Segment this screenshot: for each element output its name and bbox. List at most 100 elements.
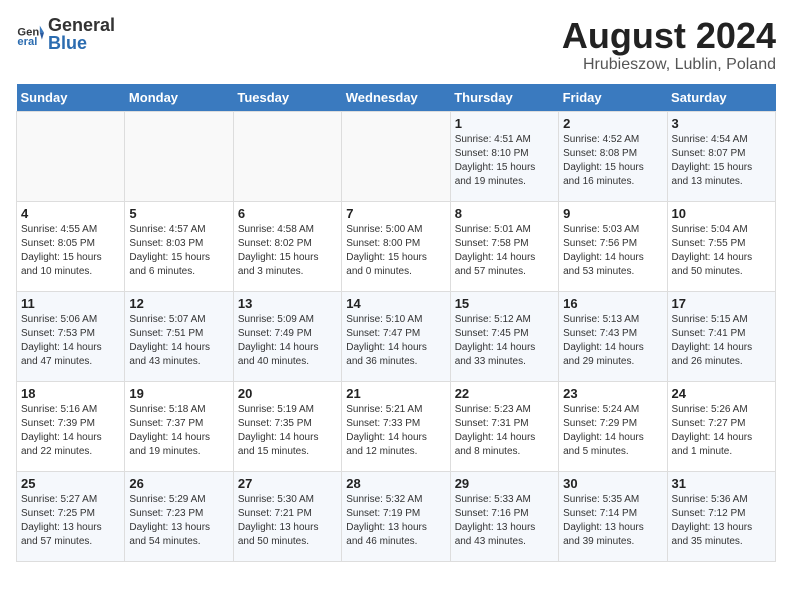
day-number: 6 <box>238 206 337 221</box>
calendar-cell: 23 Sunrise: 5:24 AM Sunset: 7:29 PM Dayli… <box>559 381 667 471</box>
day-number: 14 <box>346 296 445 311</box>
day-number: 22 <box>455 386 554 401</box>
calendar-cell: 17 Sunrise: 5:15 AM Sunset: 7:41 PM Dayli… <box>667 291 775 381</box>
weekday-header-thursday: Thursday <box>450 84 558 112</box>
day-number: 17 <box>672 296 771 311</box>
calendar-cell: 14 Sunrise: 5:10 AM Sunset: 7:47 PM Dayli… <box>342 291 450 381</box>
day-number: 26 <box>129 476 228 491</box>
day-info: Sunrise: 5:32 AM Sunset: 7:19 PM Dayligh… <box>346 493 445 549</box>
day-number: 31 <box>672 476 771 491</box>
calendar-cell: 19Sunrise: 5:18 AM Sunset: 7:37 PM Dayli… <box>125 381 233 471</box>
weekday-header-sunday: Sunday <box>17 84 125 112</box>
day-info: Sunrise: 5:36 AM Sunset: 7:12 PM Dayligh… <box>672 493 771 549</box>
calendar-cell: 31 Sunrise: 5:36 AM Sunset: 7:12 PM Dayli… <box>667 471 775 561</box>
day-number: 16 <box>563 296 662 311</box>
day-number: 20 <box>238 386 337 401</box>
calendar-cell: 9 Sunrise: 5:03 AM Sunset: 7:56 PM Daylig… <box>559 201 667 291</box>
day-number: 7 <box>346 206 445 221</box>
calendar-week-row: 25 Sunrise: 5:27 AM Sunset: 7:25 PM Dayli… <box>17 471 776 561</box>
logo-general-text: General <box>48 16 115 34</box>
calendar-cell: 30 Sunrise: 5:35 AM Sunset: 7:14 PM Dayli… <box>559 471 667 561</box>
day-number: 15 <box>455 296 554 311</box>
calendar-cell: 3 Sunrise: 4:54 AM Sunset: 8:07 PM Daylig… <box>667 111 775 201</box>
calendar-cell: 8Sunrise: 5:01 AM Sunset: 7:58 PM Daylig… <box>450 201 558 291</box>
day-number: 11 <box>21 296 120 311</box>
day-info: Sunrise: 5:23 AM Sunset: 7:31 PM Dayligh… <box>455 403 554 459</box>
day-number: 19 <box>129 386 228 401</box>
title-block: August 2024 Hrubieszow, Lublin, Poland <box>562 16 776 74</box>
calendar-cell: 29 Sunrise: 5:33 AM Sunset: 7:16 PM Dayli… <box>450 471 558 561</box>
day-info: Sunrise: 5:07 AM Sunset: 7:51 PM Dayligh… <box>129 313 228 369</box>
calendar-week-row: 4Sunrise: 4:55 AM Sunset: 8:05 PM Daylig… <box>17 201 776 291</box>
weekday-header-monday: Monday <box>125 84 233 112</box>
day-info: Sunrise: 5:00 AM Sunset: 8:00 PM Dayligh… <box>346 223 445 279</box>
day-info: Sunrise: 5:26 AM Sunset: 7:27 PM Dayligh… <box>672 403 771 459</box>
calendar-week-row: 11 Sunrise: 5:06 AM Sunset: 7:53 PM Dayli… <box>17 291 776 381</box>
day-number: 5 <box>129 206 228 221</box>
day-number: 23 <box>563 386 662 401</box>
day-info: Sunrise: 5:15 AM Sunset: 7:41 PM Dayligh… <box>672 313 771 369</box>
calendar-week-row: 1Sunrise: 4:51 AM Sunset: 8:10 PM Daylig… <box>17 111 776 201</box>
day-number: 10 <box>672 206 771 221</box>
calendar-cell: 25 Sunrise: 5:27 AM Sunset: 7:25 PM Dayli… <box>17 471 125 561</box>
calendar-cell: 2 Sunrise: 4:52 AM Sunset: 8:08 PM Daylig… <box>559 111 667 201</box>
day-info: Sunrise: 5:33 AM Sunset: 7:16 PM Dayligh… <box>455 493 554 549</box>
day-info: Sunrise: 4:57 AM Sunset: 8:03 PM Dayligh… <box>129 223 228 279</box>
day-number: 29 <box>455 476 554 491</box>
day-info: Sunrise: 5:35 AM Sunset: 7:14 PM Dayligh… <box>563 493 662 549</box>
day-info: Sunrise: 4:54 AM Sunset: 8:07 PM Dayligh… <box>672 133 771 189</box>
weekday-header-wednesday: Wednesday <box>342 84 450 112</box>
calendar-cell: 5 Sunrise: 4:57 AM Sunset: 8:03 PM Daylig… <box>125 201 233 291</box>
calendar-title: August 2024 <box>562 16 776 56</box>
day-info: Sunrise: 5:16 AM Sunset: 7:39 PM Dayligh… <box>21 403 120 459</box>
svg-text:eral: eral <box>17 36 37 48</box>
calendar-cell: 1Sunrise: 4:51 AM Sunset: 8:10 PM Daylig… <box>450 111 558 201</box>
calendar-cell: 20 Sunrise: 5:19 AM Sunset: 7:35 PM Dayli… <box>233 381 341 471</box>
calendar-cell <box>17 111 125 201</box>
calendar-cell: 22 Sunrise: 5:23 AM Sunset: 7:31 PM Dayli… <box>450 381 558 471</box>
day-number: 25 <box>21 476 120 491</box>
day-number: 9 <box>563 206 662 221</box>
day-number: 30 <box>563 476 662 491</box>
day-info: Sunrise: 5:13 AM Sunset: 7:43 PM Dayligh… <box>563 313 662 369</box>
weekday-header-row: SundayMondayTuesdayWednesdayThursdayFrid… <box>17 84 776 112</box>
weekday-header-saturday: Saturday <box>667 84 775 112</box>
day-info: Sunrise: 5:27 AM Sunset: 7:25 PM Dayligh… <box>21 493 120 549</box>
calendar-cell: 10 Sunrise: 5:04 AM Sunset: 7:55 PM Dayli… <box>667 201 775 291</box>
calendar-cell <box>233 111 341 201</box>
calendar-table: SundayMondayTuesdayWednesdayThursdayFrid… <box>16 84 776 562</box>
day-info: Sunrise: 5:10 AM Sunset: 7:47 PM Dayligh… <box>346 313 445 369</box>
logo-blue-text: Blue <box>48 34 115 52</box>
day-info: Sunrise: 5:06 AM Sunset: 7:53 PM Dayligh… <box>21 313 120 369</box>
day-number: 28 <box>346 476 445 491</box>
calendar-cell <box>125 111 233 201</box>
day-info: Sunrise: 5:24 AM Sunset: 7:29 PM Dayligh… <box>563 403 662 459</box>
day-number: 4 <box>21 206 120 221</box>
logo-icon: Gen eral <box>16 20 44 48</box>
day-info: Sunrise: 4:52 AM Sunset: 8:08 PM Dayligh… <box>563 133 662 189</box>
weekday-header-tuesday: Tuesday <box>233 84 341 112</box>
calendar-week-row: 18 Sunrise: 5:16 AM Sunset: 7:39 PM Dayli… <box>17 381 776 471</box>
day-info: Sunrise: 5:01 AM Sunset: 7:58 PM Dayligh… <box>455 223 554 279</box>
logo: Gen eral General Blue <box>16 16 115 52</box>
calendar-cell: 13Sunrise: 5:09 AM Sunset: 7:49 PM Dayli… <box>233 291 341 381</box>
day-info: Sunrise: 5:19 AM Sunset: 7:35 PM Dayligh… <box>238 403 337 459</box>
day-number: 12 <box>129 296 228 311</box>
calendar-cell: 4Sunrise: 4:55 AM Sunset: 8:05 PM Daylig… <box>17 201 125 291</box>
day-info: Sunrise: 5:21 AM Sunset: 7:33 PM Dayligh… <box>346 403 445 459</box>
calendar-cell: 27Sunrise: 5:30 AM Sunset: 7:21 PM Dayli… <box>233 471 341 561</box>
day-number: 21 <box>346 386 445 401</box>
day-number: 2 <box>563 116 662 131</box>
day-info: Sunrise: 5:03 AM Sunset: 7:56 PM Dayligh… <box>563 223 662 279</box>
calendar-cell: 24 Sunrise: 5:26 AM Sunset: 7:27 PM Dayli… <box>667 381 775 471</box>
day-info: Sunrise: 5:30 AM Sunset: 7:21 PM Dayligh… <box>238 493 337 549</box>
calendar-cell: 28 Sunrise: 5:32 AM Sunset: 7:19 PM Dayli… <box>342 471 450 561</box>
calendar-cell: 11 Sunrise: 5:06 AM Sunset: 7:53 PM Dayli… <box>17 291 125 381</box>
day-info: Sunrise: 5:29 AM Sunset: 7:23 PM Dayligh… <box>129 493 228 549</box>
day-info: Sunrise: 5:04 AM Sunset: 7:55 PM Dayligh… <box>672 223 771 279</box>
day-number: 24 <box>672 386 771 401</box>
day-info: Sunrise: 5:12 AM Sunset: 7:45 PM Dayligh… <box>455 313 554 369</box>
day-number: 3 <box>672 116 771 131</box>
day-number: 1 <box>455 116 554 131</box>
day-number: 18 <box>21 386 120 401</box>
